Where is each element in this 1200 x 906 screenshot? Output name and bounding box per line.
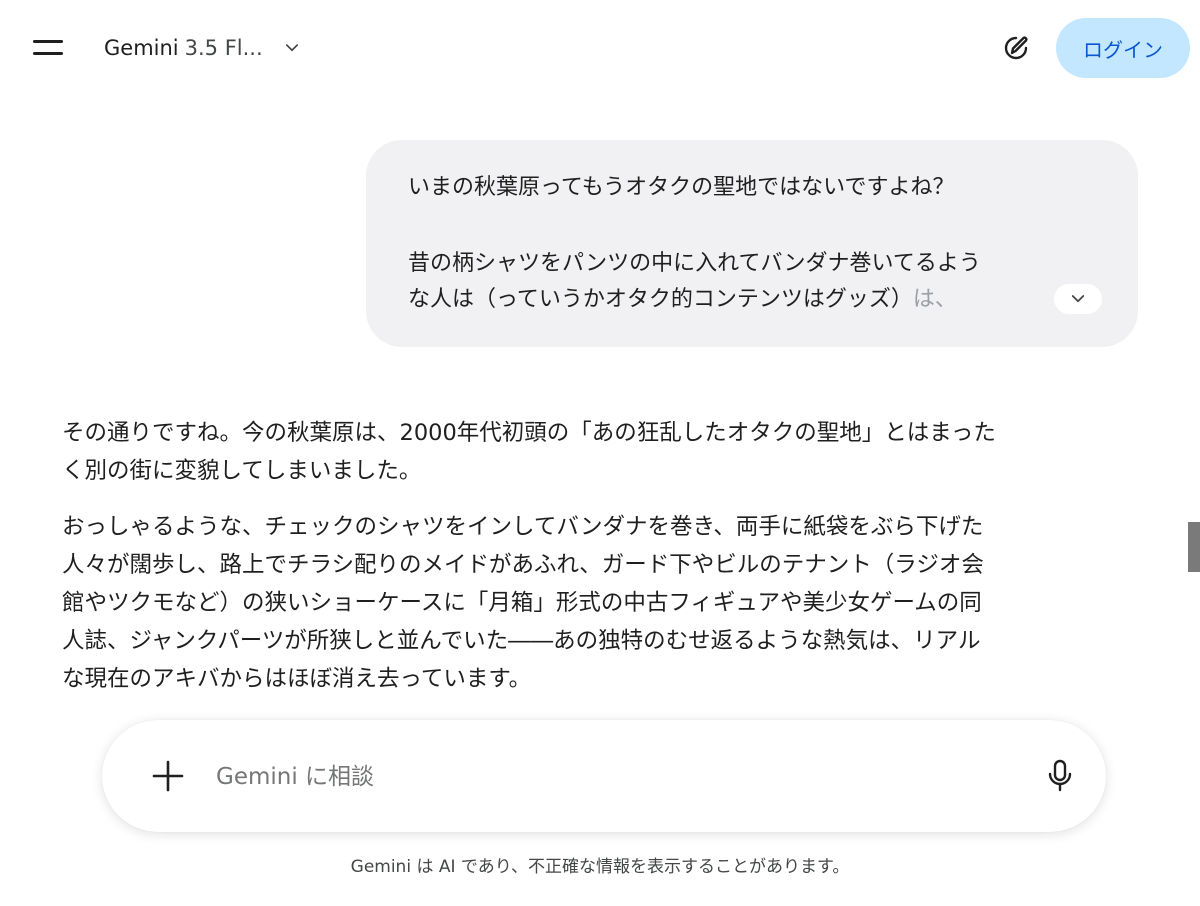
response-paragraph: おっしゃるような、チェックのシャツをインしてバンダナを巻き、両手に紙袋をぶら下げ…: [62, 508, 1142, 698]
microphone-icon: [1048, 759, 1072, 792]
prompt-input[interactable]: [214, 754, 978, 800]
model-name: Gemini: [104, 36, 179, 60]
response-line: く別の街に変貌してしまいました。: [62, 458, 422, 484]
user-message-line: いまの秋葉原ってもうオタクの聖地ではないですよね？: [408, 175, 955, 200]
top-bar: Gemini 3.5 Fl... ログイン: [0, 0, 1200, 96]
response-line: な現在のアキバからはほぼ消え去っています。: [62, 666, 532, 692]
response-line: おっしゃるような、チェックのシャツをインしてバンダナを巻き、両手に紙袋をぶら下げ…: [62, 514, 984, 540]
response-line: 人々が闊歩し、路上でチラシ配りのメイドがあふれ、ガード下やビルのテナント（ラジオ…: [62, 552, 984, 578]
response-line: 館やツクモなど）の狭いショーケースに「月箱」形式の中古フィギュアや美少女ゲームの…: [62, 590, 982, 616]
chevron-down-icon: [1071, 295, 1085, 303]
scrollbar-thumb[interactable]: [1188, 522, 1200, 572]
user-message-text: な人は（っていうかオタク的コンテンツはグッズ）: [408, 287, 913, 312]
response-line: その通りですね。今の秋葉原は、2000年代初頭の「あの狂乱したオタクの聖地」とは…: [62, 420, 996, 446]
hamburger-menu-icon[interactable]: [30, 36, 66, 60]
model-response: その通りですね。今の秋葉原は、2000年代初頭の「あの狂乱したオタクの聖地」とは…: [62, 414, 1142, 698]
edit-pencil-icon: [1004, 36, 1028, 60]
model-switcher[interactable]: Gemini 3.5 Fl...: [104, 30, 301, 66]
prompt-composer: [102, 720, 1106, 832]
user-message-line: 昔の柄シャツをパンツの中に入れてバンダナ巻いてるよう: [408, 251, 981, 276]
response-line: 人誌、ジャンクパーツが所狭しと並んでいた――あの独特のむせ返るような熱気は、リア…: [62, 628, 981, 654]
user-message-faded-text: は、: [912, 287, 957, 312]
expand-message-button[interactable]: [1054, 284, 1102, 314]
ai-disclaimer: Gemini は AI であり、不正確な情報を表示することがあります。: [350, 857, 850, 877]
user-message-bubble: いまの秋葉原ってもうオタクの聖地ではないですよね？ 昔の柄シャツをパンツの中に入…: [366, 140, 1138, 347]
new-chat-button[interactable]: [996, 28, 1036, 68]
model-version: 3.5 Fl...: [184, 36, 263, 60]
microphone-button[interactable]: [1040, 754, 1080, 798]
user-message-line: な人は（っていうかオタク的コンテンツはグッズ）は、: [408, 282, 1088, 318]
login-button[interactable]: ログイン: [1056, 18, 1190, 78]
chevron-down-icon: [285, 44, 298, 52]
plus-icon[interactable]: [148, 756, 188, 796]
